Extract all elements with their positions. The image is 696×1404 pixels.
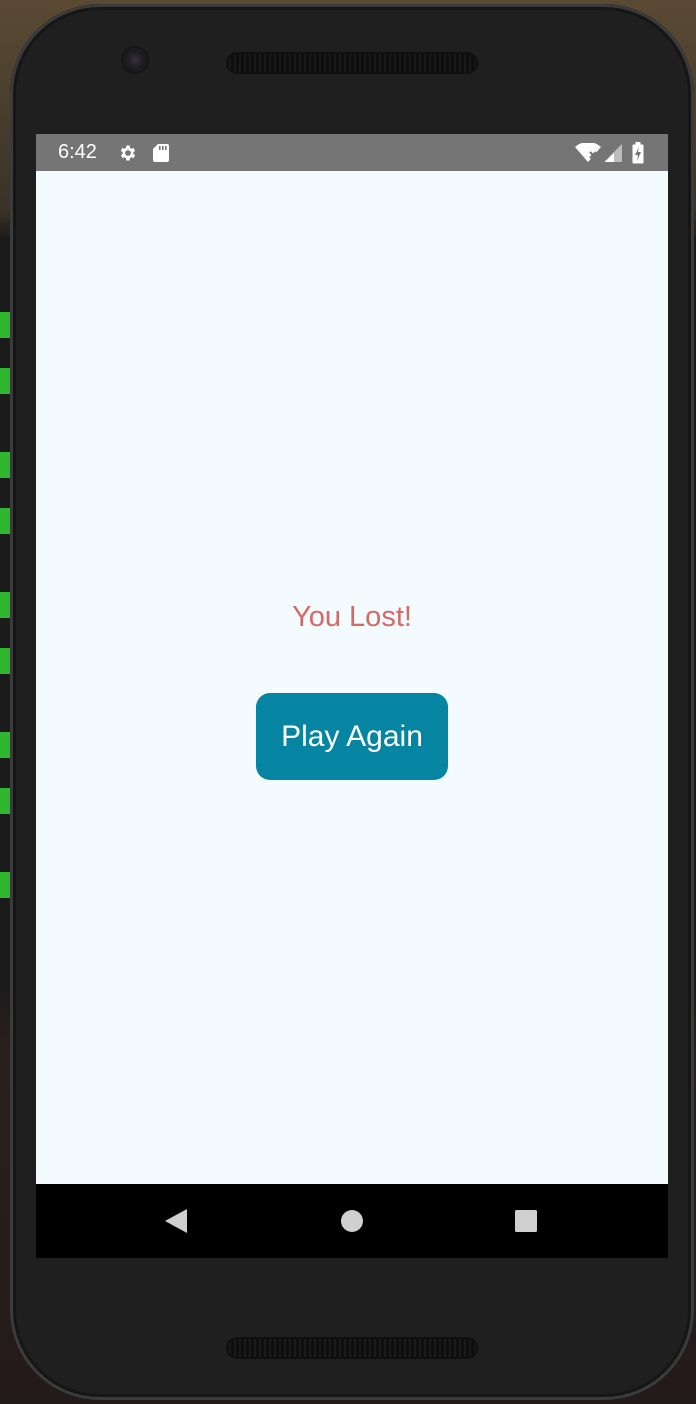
phone-screen: 6:42 You Lost! Play Again [36, 134, 668, 1258]
play-again-button[interactable]: Play Again [256, 693, 448, 780]
home-icon [341, 1210, 363, 1232]
terminal-fragment [0, 592, 10, 618]
recents-icon [515, 1210, 537, 1232]
status-bar: 6:42 [36, 134, 668, 171]
cell-signal-icon [602, 134, 624, 171]
terminal-fragment [0, 452, 10, 478]
top-speaker-grille [226, 52, 478, 74]
terminal-fragment [0, 732, 10, 758]
back-icon [165, 1209, 187, 1233]
sd-card-icon [150, 134, 172, 171]
terminal-fragment [0, 872, 10, 898]
status-time: 6:42 [58, 141, 97, 163]
terminal-fragment [0, 312, 10, 338]
navigation-bar [36, 1184, 668, 1258]
terminal-fragment [0, 508, 10, 534]
recents-button[interactable] [486, 1184, 566, 1258]
terminal-fragment [0, 648, 10, 674]
terminal-fragment [0, 788, 10, 814]
bottom-speaker-grille [226, 1337, 478, 1359]
game-result-text: You Lost! [292, 601, 412, 633]
front-camera [123, 48, 147, 72]
back-button[interactable] [136, 1184, 216, 1258]
settings-icon [116, 134, 140, 171]
terminal-fragment [0, 368, 10, 394]
home-button[interactable] [312, 1184, 392, 1258]
wifi-no-internet-icon [574, 134, 602, 171]
game-result-screen: You Lost! Play Again [36, 171, 668, 1184]
battery-charging-icon [628, 134, 648, 171]
